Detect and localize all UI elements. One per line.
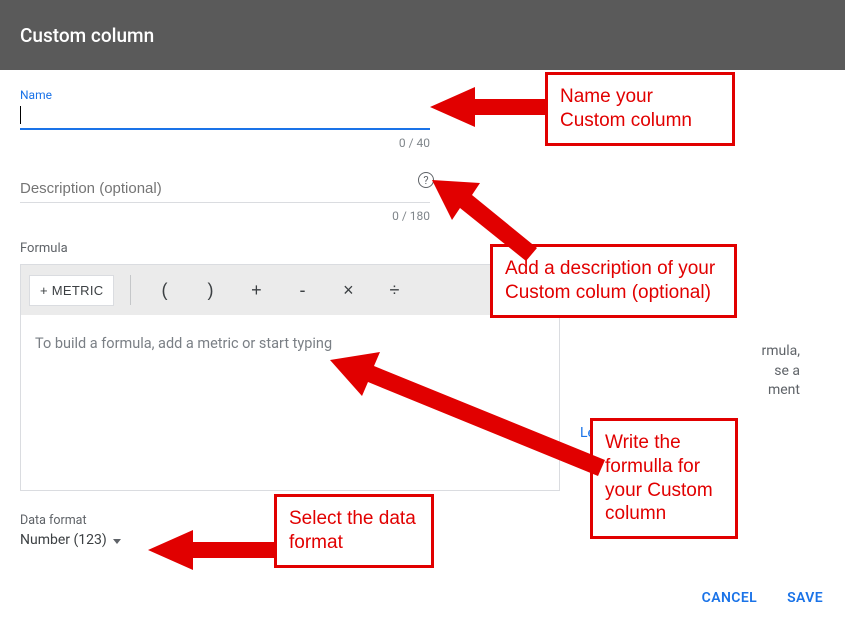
- dialog-footer: CANCEL SAVE: [702, 590, 823, 606]
- description-input[interactable]: [20, 176, 430, 203]
- cancel-button[interactable]: CANCEL: [702, 590, 757, 606]
- save-button[interactable]: SAVE: [787, 590, 823, 606]
- op-plus[interactable]: +: [233, 280, 279, 301]
- annotation-format: Select the data format: [274, 494, 434, 568]
- chevron-down-icon: [113, 539, 121, 544]
- arrow-icon: [430, 82, 550, 132]
- data-format-value: Number (123): [20, 532, 107, 548]
- name-input[interactable]: [20, 102, 430, 130]
- name-field: Name 0 / 40: [20, 88, 430, 150]
- op-minus[interactable]: -: [279, 280, 325, 301]
- arrow-icon: [432, 175, 542, 265]
- op-times[interactable]: ×: [325, 280, 371, 301]
- dialog-title: Custom column: [20, 24, 154, 47]
- arrow-icon: [148, 525, 278, 575]
- annotation-formula: Write the formulla for your Custom colum…: [590, 418, 738, 539]
- side-hint-text: rmula, se a ment: [580, 342, 800, 401]
- add-metric-button[interactable]: + METRIC: [29, 275, 114, 306]
- name-counter: 0 / 40: [20, 136, 430, 150]
- op-divide[interactable]: ÷: [371, 280, 417, 301]
- toolbar-separator: [130, 275, 131, 305]
- arrow-icon: [330, 352, 610, 482]
- op-rparen[interactable]: ): [187, 280, 233, 301]
- description-field: ? 0 / 180: [20, 176, 430, 223]
- name-label: Name: [20, 88, 430, 102]
- description-counter: 0 / 180: [20, 209, 430, 223]
- formula-toolbar: + METRIC ( ) + - × ÷: [21, 265, 559, 315]
- annotation-name: Name your Custom column: [545, 72, 735, 146]
- op-lparen[interactable]: (: [141, 280, 187, 301]
- dialog-header: Custom column: [0, 0, 845, 70]
